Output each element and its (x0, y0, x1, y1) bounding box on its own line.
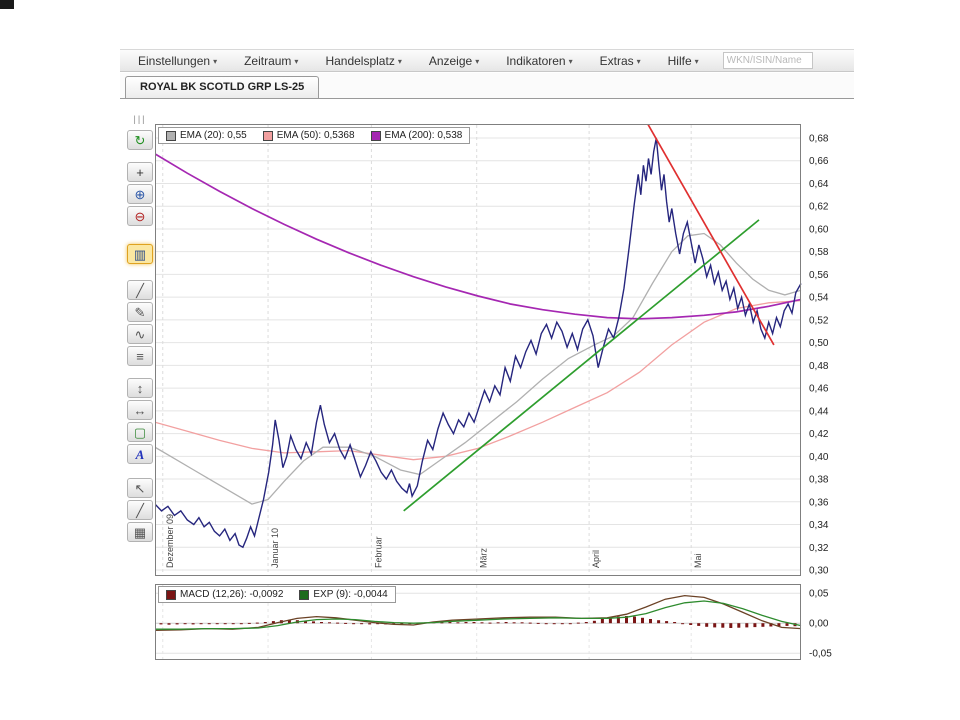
svg-text:Mai: Mai (693, 553, 703, 568)
chevron-down-icon: ▾ (213, 56, 218, 66)
menu-item-indikatoren[interactable]: Indikatoren ▾ (506, 54, 572, 68)
legend-ema200: EMA (200): 0,538 (370, 130, 463, 141)
macd-legend: MACD (12,26): -0,0092 EXP (9): -0,0044 (158, 586, 396, 603)
grid-button[interactable]: ▦ (127, 522, 153, 542)
svg-text:0,48: 0,48 (809, 361, 829, 372)
ema200-swatch-icon (370, 130, 381, 141)
svg-text:Januar 10: Januar 10 (270, 528, 280, 568)
menu-item-label: Extras (599, 53, 634, 68)
vertical-line-button[interactable]: ↕ (127, 378, 153, 398)
legend-macd: MACD (12,26): -0,0092 (166, 589, 283, 600)
menu-item-label: Indikatoren (506, 53, 566, 68)
svg-text:0,44: 0,44 (809, 406, 829, 417)
chart-application: Einstellungen ▾ Zeitraum ▾ Handelsplatz ▾ Anze… (120, 49, 854, 665)
legend-exp: EXP (9): -0,0044 (299, 589, 388, 600)
svg-text:Dezember 09: Dezember 09 (165, 514, 175, 568)
chart-mode-button[interactable]: ▥ (127, 244, 153, 264)
chevron-down-icon: ▾ (475, 56, 480, 66)
legend-ema20-label: EMA (20): 0,55 (180, 130, 247, 141)
trendline-button[interactable]: ╱ (127, 280, 153, 300)
tab-row: ROYAL BK SCOTLD GRP LS-25 (120, 73, 854, 99)
chevron-down-icon: ▾ (294, 56, 299, 66)
svg-text:0,38: 0,38 (809, 475, 829, 486)
crosshair-button[interactable]: + (127, 162, 153, 182)
svg-text:Februar: Februar (373, 536, 383, 568)
svg-text:0,42: 0,42 (809, 429, 829, 440)
legend-ema50-label: EMA (50): 0,5368 (276, 130, 355, 141)
menu-item-einstellungen[interactable]: Einstellungen ▾ (138, 54, 217, 68)
menu-item-handelsplatz[interactable]: Handelsplatz ▾ (325, 54, 401, 68)
svg-text:0,66: 0,66 (809, 156, 829, 167)
menu-item-label: Handelsplatz (325, 53, 395, 68)
svg-text:März: März (479, 548, 489, 568)
pointer-button[interactable]: ↖ (127, 478, 153, 498)
svg-text:0,30: 0,30 (809, 566, 829, 577)
svg-text:0,36: 0,36 (809, 497, 829, 508)
macd-swatch-icon (166, 589, 176, 600)
svg-text:0,50: 0,50 (809, 338, 829, 349)
price-chart-canvas[interactable]: 0,30 0,32 0,34 0,36 0,38 0,40 0,42 0,44 0,46 0,48… (155, 124, 847, 576)
ema20-swatch-icon (166, 130, 176, 141)
menu-item-extras[interactable]: Extras ▾ (600, 54, 641, 68)
zoom-out-button[interactable]: ⊖ (127, 206, 153, 226)
refresh-button[interactable]: ↻ (127, 130, 153, 150)
slide-corner-mark (0, 0, 14, 9)
svg-text:0,00: 0,00 (809, 619, 829, 630)
chevron-down-icon: ▾ (397, 56, 402, 66)
svg-text:0,64: 0,64 (809, 179, 829, 190)
svg-text:0,32: 0,32 (809, 543, 829, 554)
pencil-button[interactable]: ✎ (127, 302, 153, 322)
menu-item-zeitraum[interactable]: Zeitraum ▾ (244, 54, 298, 68)
wkn-search-input[interactable] (722, 52, 813, 69)
legend-ema200-label: EMA (200): 0,538 (384, 130, 463, 141)
legend-ema20: EMA (20): 0,55 (166, 130, 247, 141)
drawing-toolbar: ||| ↻ + ⊕ ⊖ ▥ ╱ ✎ ∿ ≡ ↕ ↔ ▢ A ↖ ╱ ▦ (125, 111, 155, 542)
menu-item-label: Anzeige (428, 53, 473, 68)
legend-macd-label: MACD (12,26): -0,0092 (180, 589, 284, 600)
legend-ema50: EMA (50): 0,5368 (262, 130, 355, 141)
menu-item-label: Hilfe (667, 53, 692, 68)
ema50-swatch-icon (262, 130, 273, 141)
retracement-button[interactable]: ≡ (127, 346, 153, 366)
tab-royal-bk-scotld-grp[interactable]: ROYAL BK SCOTLD GRP LS-25 (125, 76, 320, 98)
menubar: Einstellungen ▾ Zeitraum ▾ Handelsplatz ▾ Anze… (120, 49, 854, 72)
toolbar-drag-handle: ||| (133, 114, 147, 124)
chevron-down-icon: ▾ (568, 56, 573, 66)
svg-text:April: April (591, 550, 601, 568)
macd-panel[interactable]: 0,05 0,00 -0,05 MACD (12,26): -0,0092 EXP … (155, 584, 847, 660)
price-chart-legend: EMA (20): 0,55 EMA (50): 0,5368 EMA (200… (158, 127, 471, 144)
chevron-down-icon: ▾ (636, 56, 641, 66)
horizontal-line-button[interactable]: ↔ (127, 400, 153, 420)
svg-text:0,58: 0,58 (809, 247, 829, 258)
menu-item-label: Zeitraum (244, 53, 292, 68)
line-tool-button[interactable]: ╱ (127, 500, 153, 520)
exp-swatch-icon (299, 589, 310, 600)
svg-text:0,60: 0,60 (809, 224, 829, 235)
svg-text:0,54: 0,54 (809, 293, 829, 304)
price-chart-panel[interactable]: 0,30 0,32 0,34 0,36 0,38 0,40 0,42 0,44 0,46 0,48… (155, 124, 847, 576)
svg-text:0,40: 0,40 (809, 452, 829, 463)
menu-item-hilfe[interactable]: Hilfe ▾ (668, 54, 699, 68)
svg-text:0,05: 0,05 (809, 589, 829, 600)
svg-text:0,34: 0,34 (809, 520, 829, 531)
svg-text:0,56: 0,56 (809, 270, 829, 281)
legend-exp-label: EXP (9): -0,0044 (313, 589, 388, 600)
svg-text:-0,05: -0,05 (809, 649, 832, 660)
chevron-down-icon: ▾ (694, 56, 699, 66)
rectangle-button[interactable]: ▢ (127, 422, 153, 442)
zigzag-button[interactable]: ∿ (127, 324, 153, 344)
svg-text:0,52: 0,52 (809, 315, 829, 326)
svg-text:0,68: 0,68 (809, 134, 829, 145)
svg-text:0,62: 0,62 (809, 202, 829, 213)
svg-text:0,46: 0,46 (809, 384, 829, 395)
text-tool-button[interactable]: A (127, 444, 153, 464)
menu-items: Einstellungen ▾ Zeitraum ▾ Handelsplatz ▾ Anze… (138, 54, 699, 68)
menu-item-anzeige[interactable]: Anzeige ▾ (429, 54, 479, 68)
zoom-in-button[interactable]: ⊕ (127, 184, 153, 204)
menu-item-label: Einstellungen (138, 53, 211, 68)
